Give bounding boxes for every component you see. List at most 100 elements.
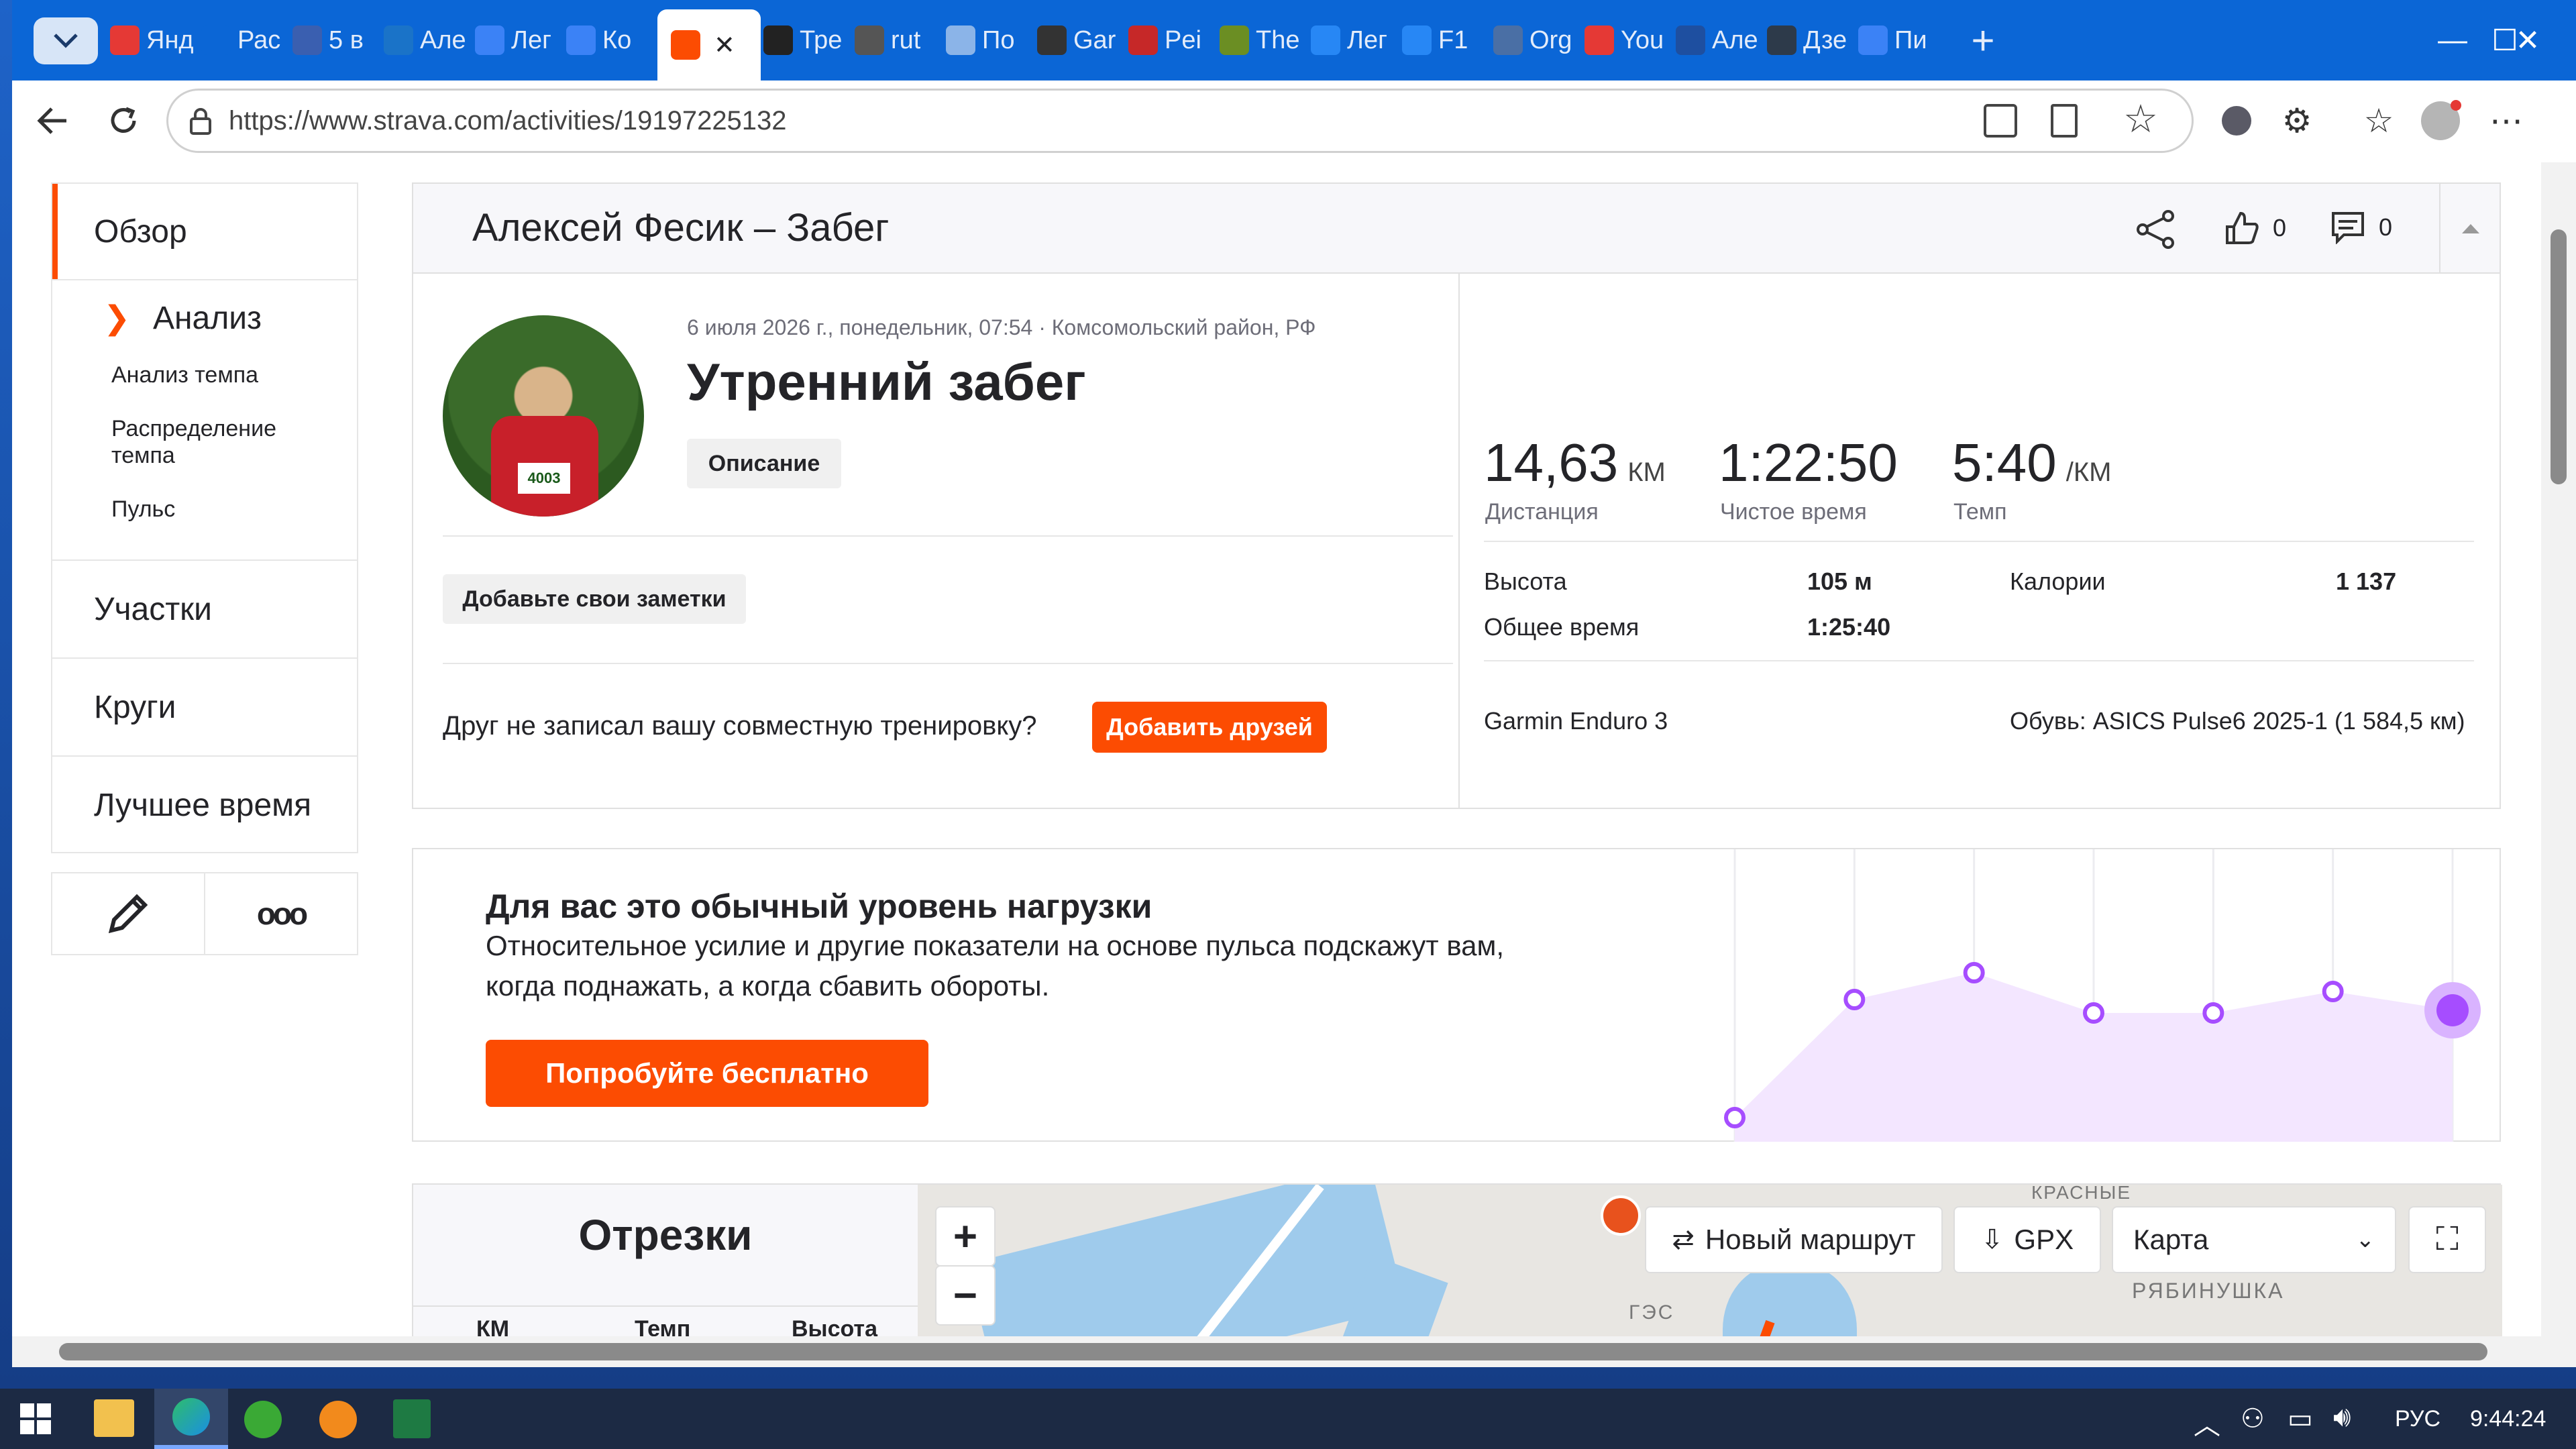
browser-tab[interactable]: Org	[1493, 11, 1582, 70]
moving-time-label: Чистое время	[1720, 499, 1867, 525]
browser-tab[interactable]: The	[1220, 11, 1308, 70]
nav-pace-distribution[interactable]: Распределение темпа	[111, 415, 313, 469]
edit-button[interactable]	[52, 873, 205, 954]
fullscreen-button[interactable]: ⛶	[2408, 1206, 2486, 1273]
thumbs-up-icon	[2226, 211, 2259, 244]
browser-tab[interactable]: Лег	[475, 11, 564, 70]
nav-pace-analysis[interactable]: Анализ темпа	[111, 362, 258, 388]
edge-taskbar-button[interactable]	[154, 1389, 228, 1449]
nav-overview[interactable]: Обзор	[52, 184, 357, 279]
map-label: РЯБИНУШКА	[2132, 1279, 2285, 1303]
more-menu-icon[interactable]: ⋯	[2486, 101, 2526, 141]
activity-card: Алексей Фесик – Забег 0 0 4003 6 июля 20…	[412, 182, 2501, 809]
excel-icon[interactable]	[393, 1399, 431, 1438]
plus-icon: +	[953, 1213, 978, 1260]
effort-point	[1843, 989, 1866, 1010]
zoom-out-button[interactable]: −	[935, 1265, 996, 1326]
split-screen-icon[interactable]	[1984, 104, 2017, 138]
favorite-star-icon[interactable]: ☆	[2123, 96, 2158, 142]
extension-planet-icon[interactable]	[2216, 101, 2257, 141]
browser-tab[interactable]: Дзе	[1767, 11, 1856, 70]
gpx-download-button[interactable]: ⇩ GPX	[1953, 1206, 2101, 1273]
clock[interactable]: 9:44:24	[2470, 1406, 2546, 1432]
browser-tab[interactable]: Лег	[1311, 11, 1399, 70]
nav-heartrate[interactable]: Пульс	[111, 496, 175, 523]
browser-tab[interactable]: F1	[1402, 11, 1491, 70]
collapse-button[interactable]	[2439, 184, 2501, 274]
browser-tab[interactable]: Але	[384, 11, 472, 70]
nav-laps[interactable]: Круги	[52, 659, 357, 755]
app-icon[interactable]	[319, 1401, 357, 1438]
windows-taskbar: ︿ ⚇ ▭ 🔊︎ РУС 9:44:24	[0, 1389, 2576, 1449]
more-actions-button[interactable]: ooo	[205, 873, 357, 954]
extensions-icon[interactable]: ⚙	[2277, 101, 2317, 141]
browser-tab[interactable]: 5 в	[292, 11, 381, 70]
youtube-icon	[1585, 25, 1614, 55]
browser-tab[interactable]: Рас	[201, 11, 290, 70]
input-language[interactable]: РУС	[2395, 1406, 2440, 1432]
browser-tab[interactable]: По	[946, 11, 1034, 70]
profile-avatar[interactable]	[2420, 100, 2461, 141]
tab-label: Рас	[237, 25, 281, 54]
close-window-button[interactable]: ✕	[2487, 13, 2568, 67]
new-tab-button[interactable]: +	[1956, 11, 2010, 70]
tab-label: Але	[420, 25, 466, 54]
yandex-maps-icon	[110, 25, 140, 55]
horizontal-scroll-thumb[interactable]	[59, 1343, 2487, 1360]
elapsed-value: 1:25:40	[1807, 613, 1891, 641]
browser-tab[interactable]: Pei	[1128, 11, 1217, 70]
network-icon[interactable]: ▭	[2288, 1403, 2313, 1434]
tab-strip: Янд Рас 5 в Але Лег Ко ✕ Тре rut По Gar Pei The Лег F1…	[12, 0, 2576, 80]
nav-segments[interactable]: Участки	[52, 561, 357, 657]
volume-icon[interactable]: 🔊︎	[2333, 1401, 2351, 1434]
vertical-scroll-thumb[interactable]	[2551, 229, 2567, 484]
browser-tab[interactable]: Янд	[110, 11, 199, 70]
new-route-button[interactable]: ⇄ Новый маршрут	[1645, 1206, 1943, 1273]
nav-analysis[interactable]: ❯ Анализ	[52, 284, 357, 352]
browser-tab[interactable]: Пи	[1858, 11, 1947, 70]
browser-tab[interactable]: You	[1585, 11, 1673, 70]
start-button[interactable]	[20, 1403, 51, 1434]
utorrent-icon[interactable]	[244, 1401, 282, 1438]
more-dots-icon: ooo	[256, 896, 308, 931]
browser-tab[interactable]: Тре	[763, 11, 852, 70]
favorites-icon[interactable]: ☆	[2359, 101, 2399, 141]
browser-tab[interactable]: Але	[1676, 11, 1764, 70]
tab-list-button[interactable]	[34, 17, 98, 64]
athlete-avatar[interactable]: 4003	[443, 315, 644, 517]
address-bar[interactable]: https://www.strava.com/activities/191972…	[166, 89, 2194, 153]
browser-tab[interactable]: rut	[855, 11, 943, 70]
try-free-button[interactable]: Попробуйте бесплатно	[486, 1040, 928, 1107]
back-button[interactable]	[32, 101, 72, 141]
add-friends-button[interactable]: Добавить друзей	[1092, 702, 1327, 753]
vertical-scrollbar[interactable]	[2541, 162, 2576, 1367]
browser-tab[interactable]: Gar	[1037, 11, 1126, 70]
reader-mode-icon[interactable]	[2051, 104, 2078, 138]
zoom-in-button[interactable]: +	[935, 1206, 996, 1267]
edge-icon	[172, 1398, 210, 1436]
comments-button[interactable]: 0	[2330, 211, 2392, 244]
close-icon: ✕	[2515, 23, 2540, 57]
file-explorer-icon[interactable]	[94, 1399, 134, 1437]
tab-label: Gar	[1073, 25, 1116, 54]
tab-strava-active[interactable]: ✕	[657, 9, 761, 80]
horizontal-scrollbar[interactable]	[12, 1336, 2541, 1367]
browser-tab[interactable]: Ко	[566, 11, 655, 70]
tab-label: Лег	[511, 25, 551, 54]
effort-title: Для вас это обычный уровень нагрузки	[486, 888, 1152, 925]
add-notes-button[interactable]: Добавьте свои заметки	[443, 574, 746, 624]
tray-expand-icon[interactable]: ︿	[2194, 1403, 2220, 1442]
kudos-button[interactable]: 0	[2224, 211, 2286, 246]
map-layer-select[interactable]: Карта ⌄	[2112, 1206, 2396, 1273]
description-button[interactable]: Описание	[687, 439, 841, 488]
mail-icon	[201, 25, 231, 55]
shoes-info[interactable]: Обувь: ASICS Pulse6 2025-1 (1 584,5 км)	[2010, 707, 2465, 735]
nav-best-times[interactable]: Лучшее время	[52, 757, 357, 853]
tab-label: rut	[891, 25, 921, 54]
tray-apps-icon[interactable]: ⚇	[2241, 1403, 2265, 1434]
reload-button[interactable]	[103, 101, 144, 141]
reload-icon	[111, 107, 136, 133]
share-icon[interactable]	[2135, 209, 2178, 250]
tab-label: F1	[1438, 25, 1468, 54]
close-tab-icon[interactable]: ✕	[714, 30, 735, 60]
